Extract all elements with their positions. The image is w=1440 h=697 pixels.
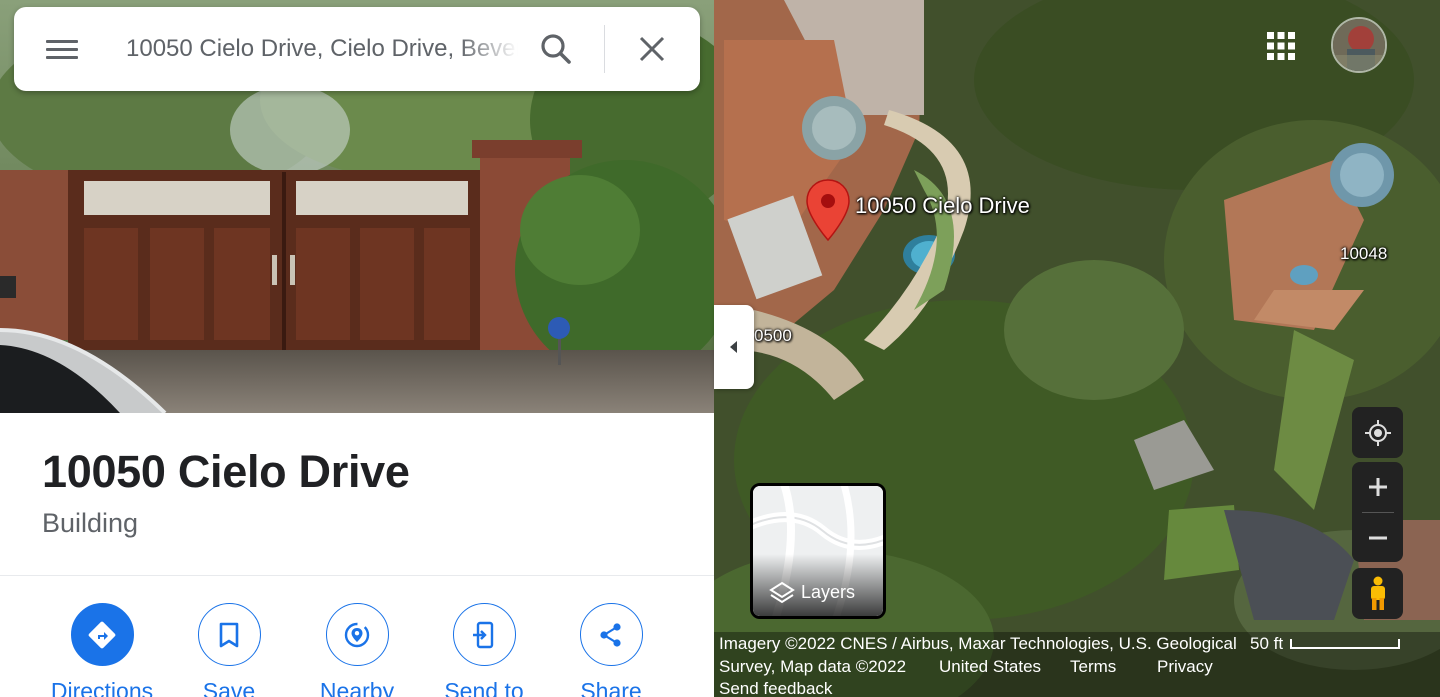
zoom-in-icon xyxy=(1368,478,1387,496)
directions-label: Directions xyxy=(50,678,154,697)
imagery-credit: Imagery ©2022 CNES / Airbus, Maxar Techn… xyxy=(719,634,1237,653)
directions-button[interactable]: Directions xyxy=(37,603,167,697)
nearby-icon xyxy=(344,622,370,647)
send-to-label: Send to xyxy=(444,678,524,697)
search-divider xyxy=(604,25,605,73)
partial-address-label: 0500 xyxy=(754,326,792,345)
send-to-phone-icon xyxy=(473,621,494,648)
caret-left-icon xyxy=(730,341,737,353)
privacy-link[interactable]: Privacy xyxy=(1157,657,1213,677)
zoom-out-button[interactable] xyxy=(1352,513,1403,562)
share-icon xyxy=(600,622,621,647)
layers-icon xyxy=(769,581,795,604)
zoom-out-icon xyxy=(1368,536,1387,539)
pin-label[interactable]: 10050 Cielo Drive xyxy=(855,193,1030,219)
directions-icon xyxy=(88,621,116,648)
neighbor-address-label: 10048 xyxy=(1340,244,1388,263)
location-pin-icon[interactable] xyxy=(805,178,851,242)
place-type: Building xyxy=(42,508,139,538)
close-icon[interactable] xyxy=(632,29,672,69)
scale-bar[interactable] xyxy=(1290,639,1400,649)
bookmark-icon xyxy=(219,622,239,647)
pegman-icon xyxy=(1370,576,1385,610)
search-icon[interactable] xyxy=(536,29,576,69)
street-view-button[interactable] xyxy=(1352,568,1403,619)
share-label: Share xyxy=(580,678,642,697)
nearby-label: Nearby xyxy=(319,678,395,697)
share-button[interactable]: Share xyxy=(546,603,676,697)
collapse-panel-button[interactable] xyxy=(714,305,754,389)
nearby-button[interactable]: Nearby xyxy=(292,603,422,697)
send-to-phone-button[interactable]: Send to xyxy=(419,603,549,697)
menu-icon[interactable] xyxy=(42,29,84,69)
terms-link[interactable]: Terms xyxy=(1070,657,1116,677)
scale-label[interactable]: 50 ft xyxy=(1250,634,1283,654)
layers-button[interactable]: Layers xyxy=(750,483,886,619)
search-box xyxy=(14,7,700,91)
section-divider xyxy=(0,575,714,576)
save-label: Save xyxy=(202,678,256,697)
map-data-credit: Survey, Map data ©2022 xyxy=(719,657,907,676)
layers-label: Layers xyxy=(801,582,856,602)
send-feedback-link[interactable]: Send feedback xyxy=(719,679,832,697)
save-button[interactable]: Save xyxy=(164,603,294,697)
search-input[interactable] xyxy=(126,29,518,69)
apps-grid-icon[interactable] xyxy=(1265,30,1297,62)
account-avatar[interactable] xyxy=(1331,17,1387,73)
action-buttons: Directions Save Nearby Send to Share xyxy=(0,603,714,697)
zoom-in-button[interactable] xyxy=(1352,462,1403,512)
country-link[interactable]: United States xyxy=(939,657,1041,677)
map-canvas[interactable]: 10050 Cielo Drive 10048 0500 Layers Imag… xyxy=(714,0,1440,697)
zoom-control xyxy=(1352,462,1403,562)
my-location-icon xyxy=(1364,419,1391,446)
place-panel: 10050 Cielo Drive Building Directions Sa… xyxy=(0,0,714,697)
my-location-button[interactable] xyxy=(1352,407,1403,458)
place-title: 10050 Cielo Drive xyxy=(42,446,410,497)
